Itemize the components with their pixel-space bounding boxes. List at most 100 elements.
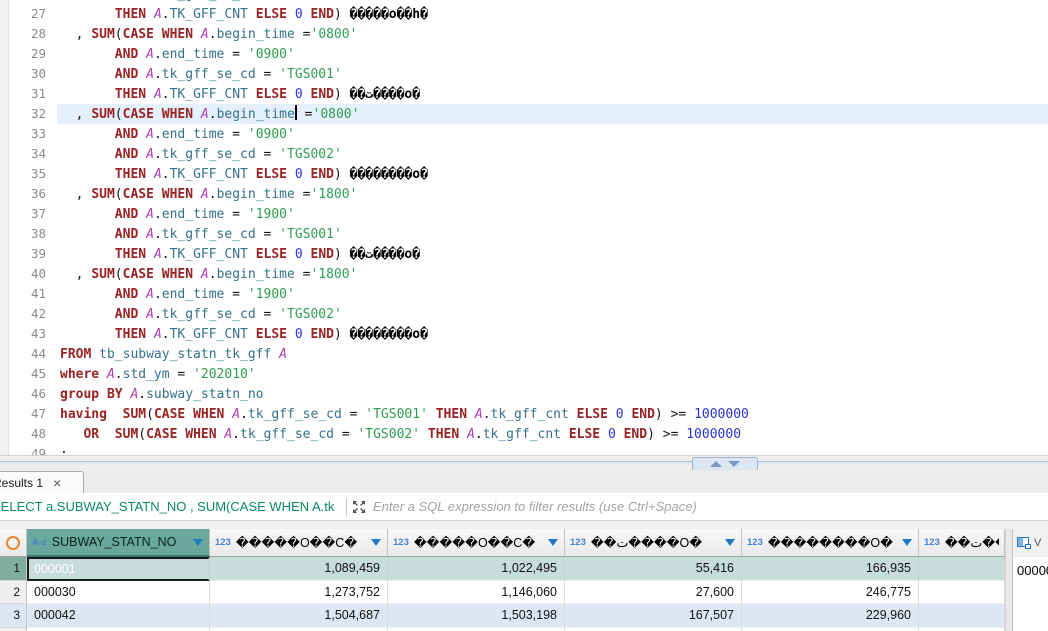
cell-r2-c3[interactable]: 1,146,060	[388, 581, 565, 605]
code-line-29[interactable]: 29 AND A.end_time = '0900'	[0, 44, 1048, 64]
editor-results-splitter[interactable]	[0, 455, 1048, 471]
row-header-3[interactable]: 3	[0, 604, 27, 628]
column-label: �����O��Ϲ�	[236, 535, 357, 550]
code-line-31[interactable]: 31 THEN A.TK_GFF_CNT ELSE 0 END) ��ت����…	[0, 84, 1048, 104]
collapse-down-icon[interactable]	[728, 461, 740, 467]
code-token: A	[154, 167, 162, 182]
code-token: std_ym	[123, 367, 170, 382]
code-token: TK_GFF_CNT	[170, 7, 248, 22]
code-line-41[interactable]: 41 AND A.end_time = '1900'	[0, 284, 1048, 304]
code-token: '1900'	[248, 207, 295, 222]
cell-r1-c1[interactable]: 000001	[27, 557, 210, 581]
value-viewer-panel[interactable]: V 000001	[1012, 529, 1048, 631]
code-line-43[interactable]: 43 THEN A.TK_GFF_CNT ELSE 0 END) �������…	[0, 324, 1048, 344]
column-filter-arrow-icon[interactable]	[548, 539, 558, 546]
code-token: A	[146, 227, 154, 242]
filter-input[interactable]: Enter a SQL expression to filter results…	[373, 499, 1048, 514]
code-token: tk_gff_cnt	[491, 407, 569, 422]
cell-r3-c4[interactable]: 167,507	[565, 604, 742, 628]
code-line-27[interactable]: 27 THEN A.TK_GFF_CNT ELSE 0 END) �����o�…	[0, 4, 1048, 24]
cell-r1-c2[interactable]: 1,089,459	[210, 557, 388, 581]
code-token: ��ت����o�	[350, 87, 420, 102]
code-line-47[interactable]: 47having SUM(CASE WHEN A.tk_gff_se_cd = …	[0, 404, 1048, 424]
cell-r1-c4[interactable]: 55,416	[565, 557, 742, 581]
cell-r1-c5[interactable]: 166,935	[742, 557, 919, 581]
code-line-36[interactable]: 36 , SUM(CASE WHEN A.begin_time ='1800'	[0, 184, 1048, 204]
code-token	[146, 327, 154, 342]
code-token: THEN	[115, 247, 146, 262]
code-token: =	[295, 27, 311, 42]
cell-r2-c1[interactable]: 000030	[27, 581, 210, 605]
code-line-44[interactable]: 44FROM tb_subway_statn_tk_gff A	[0, 344, 1048, 364]
code-line-45[interactable]: 45where A.std_ym = '202010'	[0, 364, 1048, 384]
tab-results-1[interactable]: Results 1 ×	[0, 471, 84, 493]
cell-r3-c2[interactable]: 1,504,687	[210, 604, 388, 628]
column-filter-arrow-icon[interactable]	[902, 539, 912, 546]
column-header-2[interactable]: 123�����O��Ϲ�	[210, 529, 388, 557]
cell-r1-c3[interactable]: 1,022,495	[388, 557, 565, 581]
cell-r2-c6[interactable]	[919, 581, 1005, 605]
code-token: THEN	[115, 167, 146, 182]
column-header-5[interactable]: 123��������O�	[742, 529, 919, 557]
code-line-46[interactable]: 46group BY A.subway_statn_no	[0, 384, 1048, 404]
cell-value-text[interactable]: 000001	[1013, 557, 1048, 578]
row-header-partial	[0, 628, 27, 631]
code-line-39[interactable]: 39 THEN A.TK_GFF_CNT ELSE 0 END) ��ت����…	[0, 244, 1048, 264]
expand-filter-icon[interactable]	[352, 500, 366, 514]
code-token: end_time	[162, 127, 225, 142]
code-token: .	[209, 27, 217, 42]
collapse-up-icon[interactable]	[710, 461, 722, 467]
code-line-30[interactable]: 30 AND A.tk_gff_se_cd = 'TGS001'	[0, 64, 1048, 84]
row-header-2[interactable]: 2	[0, 581, 27, 605]
code-token: subway_statn_no	[146, 387, 263, 402]
cell-r3-c5[interactable]: 229,960	[742, 604, 919, 628]
close-icon[interactable]: ×	[53, 476, 61, 490]
code-line-33[interactable]: 33 AND A.end_time = '0900'	[0, 124, 1048, 144]
code-token: A	[146, 127, 154, 142]
code-token: .	[240, 407, 248, 422]
cell-r2-c5[interactable]: 246,775	[742, 581, 919, 605]
code-token	[60, 207, 115, 222]
code-line-28[interactable]: 28 , SUM(CASE WHEN A.begin_time ='0800'	[0, 24, 1048, 44]
cell-r3-c3[interactable]: 1,503,198	[388, 604, 565, 628]
code-line-40[interactable]: 40 , SUM(CASE WHEN A.begin_time ='1800'	[0, 264, 1048, 284]
code-line-38[interactable]: 38 AND A.tk_gff_se_cd = 'TGS001'	[0, 224, 1048, 244]
splitter-collapse-handle[interactable]	[692, 457, 758, 471]
code-token: THEN	[115, 7, 146, 22]
code-token: A	[475, 407, 483, 422]
column-label: �����O��Ϲ�	[414, 535, 535, 550]
column-filter-arrow-icon[interactable]	[193, 539, 203, 546]
column-header-3[interactable]: 123�����O��Ϲ�	[388, 529, 565, 557]
code-line-48[interactable]: 48 OR SUM(CASE WHEN A.tk_gff_se_cd = 'TG…	[0, 424, 1048, 444]
code-token	[303, 327, 311, 342]
code-token: =	[297, 107, 313, 122]
cell-r1-c6[interactable]	[919, 557, 1005, 581]
code-token	[146, 87, 154, 102]
column-filter-arrow-icon[interactable]	[371, 539, 381, 546]
code-line-32[interactable]: 32 , SUM(CASE WHEN A.begin_time ='0800'	[0, 104, 1048, 124]
column-header-4[interactable]: 123��ت����O�	[565, 529, 742, 557]
code-line-49[interactable]: 49;	[0, 444, 1048, 455]
line-number: 47	[0, 404, 60, 424]
code-line-42[interactable]: 42 AND A.tk_gff_se_cd = 'TGS002'	[0, 304, 1048, 324]
code-line-34[interactable]: 34 AND A.tk_gff_se_cd = 'TGS002'	[0, 144, 1048, 164]
panel-header-label: V	[1034, 537, 1041, 549]
cell-r2-c4[interactable]: 27,600	[565, 581, 742, 605]
column-header-6[interactable]: 123��ت����	[919, 529, 1005, 557]
code-token	[60, 127, 115, 142]
sql-editor[interactable]: 26 AND A.tk_gff_se_cd = 'TGS002'27 THEN …	[0, 0, 1048, 455]
code-token: THEN	[428, 427, 459, 442]
cell-r3-c6[interactable]	[919, 604, 1005, 628]
code-line-37[interactable]: 37 AND A.end_time = '1900'	[0, 204, 1048, 224]
cell-r3-c1[interactable]: 000042	[27, 604, 210, 628]
cell-r2-c2[interactable]: 1,273,752	[210, 581, 388, 605]
code-token: A	[201, 187, 209, 202]
code-token: end_time	[162, 287, 225, 302]
grid-corner-header[interactable]	[0, 529, 27, 557]
column-filter-arrow-icon[interactable]	[725, 539, 735, 546]
code-token: TK_GFF_CNT	[170, 87, 248, 102]
row-header-1[interactable]: 1	[0, 557, 27, 581]
code-line-35[interactable]: 35 THEN A.TK_GFF_CNT ELSE 0 END) �������…	[0, 164, 1048, 184]
panel-layout-icon[interactable]	[1017, 537, 1031, 549]
column-header-1[interactable]: A-zSUBWAY_STATN_NO	[27, 529, 210, 557]
